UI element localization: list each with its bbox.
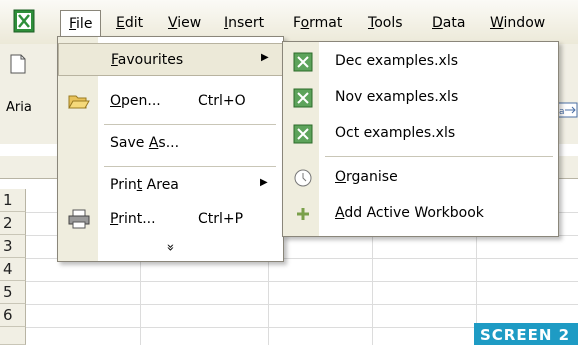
favourite-item-label: Dec examples.xls bbox=[335, 53, 459, 69]
new-document-icon[interactable] bbox=[10, 54, 26, 74]
menu-item-save-as[interactable]: Save As... bbox=[58, 127, 283, 160]
submenu-arrow-icon: ▶ bbox=[260, 177, 268, 188]
menu-item-label: Open... bbox=[110, 93, 161, 109]
row-header[interactable]: 1 bbox=[0, 189, 26, 212]
menu-item-shortcut: Ctrl+P bbox=[198, 211, 244, 227]
add-icon bbox=[297, 208, 309, 220]
menu-item-favourites[interactable]: Favourites ▶ bbox=[58, 43, 283, 76]
menu-separator bbox=[325, 156, 553, 157]
grid-line bbox=[26, 304, 578, 305]
menu-item-label: Organise bbox=[335, 169, 398, 185]
favourites-submenu: Dec examples.xls Nov examples.xls Oct ex… bbox=[282, 41, 559, 237]
menu-insert[interactable]: Insert bbox=[216, 11, 272, 35]
menu-item-add-active-workbook[interactable]: Add Active Workbook bbox=[283, 196, 558, 232]
excel-app-icon[interactable] bbox=[12, 8, 36, 34]
favourite-item[interactable]: Oct examples.xls bbox=[283, 116, 558, 152]
menu-item-label: Save As... bbox=[110, 135, 180, 151]
favourite-item-label: Oct examples.xls bbox=[335, 125, 456, 141]
excel-file-icon bbox=[293, 52, 313, 72]
expand-menu-chevron-icon[interactable]: » bbox=[162, 244, 177, 252]
menu-window[interactable]: Window bbox=[482, 11, 553, 35]
menu-item-shortcut: Ctrl+O bbox=[198, 93, 246, 109]
menu-view[interactable]: View bbox=[160, 11, 209, 35]
menu-item-organise[interactable]: Organise bbox=[283, 160, 558, 196]
favourite-item-label: Nov examples.xls bbox=[335, 89, 459, 105]
row-header[interactable]: 6 bbox=[0, 304, 26, 327]
menu-edit[interactable]: Edit bbox=[108, 11, 151, 35]
row-header[interactable]: 3 bbox=[0, 235, 26, 258]
menu-separator bbox=[104, 166, 276, 167]
merge-center-icon[interactable]: a bbox=[556, 102, 578, 118]
row-header[interactable]: 4 bbox=[0, 258, 26, 281]
menu-item-print-area[interactable]: Print Area ▶ bbox=[58, 169, 283, 202]
menu-item-label: Add Active Workbook bbox=[335, 205, 484, 221]
svg-text:a: a bbox=[559, 107, 565, 117]
menu-file[interactable]: File bbox=[60, 10, 102, 37]
row-header[interactable]: 5 bbox=[0, 281, 26, 304]
menu-format[interactable]: Format bbox=[285, 11, 350, 35]
font-name-box[interactable]: Aria bbox=[6, 100, 32, 115]
grid-line bbox=[26, 281, 578, 282]
row-header[interactable] bbox=[0, 327, 26, 345]
submenu-arrow-icon: ▶ bbox=[261, 52, 269, 63]
excel-file-icon bbox=[293, 124, 313, 144]
excel-file-icon bbox=[293, 88, 313, 108]
screen-caption: SCREEN 2 bbox=[474, 323, 578, 345]
menu-item-label: Print... bbox=[110, 211, 156, 227]
row-header[interactable]: 2 bbox=[0, 212, 26, 235]
menu-item-label: Print Area bbox=[110, 177, 179, 193]
favourite-item[interactable]: Dec examples.xls bbox=[283, 44, 558, 80]
menu-separator bbox=[104, 124, 276, 125]
menu-item-label: Favourites bbox=[111, 52, 184, 68]
open-folder-icon bbox=[68, 95, 90, 109]
menu-data[interactable]: Data bbox=[424, 11, 473, 35]
file-menu-dropdown: Favourites ▶ Open... Ctrl+O Save As... P… bbox=[57, 36, 284, 262]
menu-tools[interactable]: Tools bbox=[360, 11, 411, 35]
favourite-item[interactable]: Nov examples.xls bbox=[283, 80, 558, 116]
printer-icon bbox=[68, 209, 90, 229]
menu-item-open[interactable]: Open... Ctrl+O bbox=[58, 85, 283, 118]
organise-icon bbox=[294, 169, 312, 187]
menu-item-print[interactable]: Print... Ctrl+P bbox=[58, 203, 283, 236]
